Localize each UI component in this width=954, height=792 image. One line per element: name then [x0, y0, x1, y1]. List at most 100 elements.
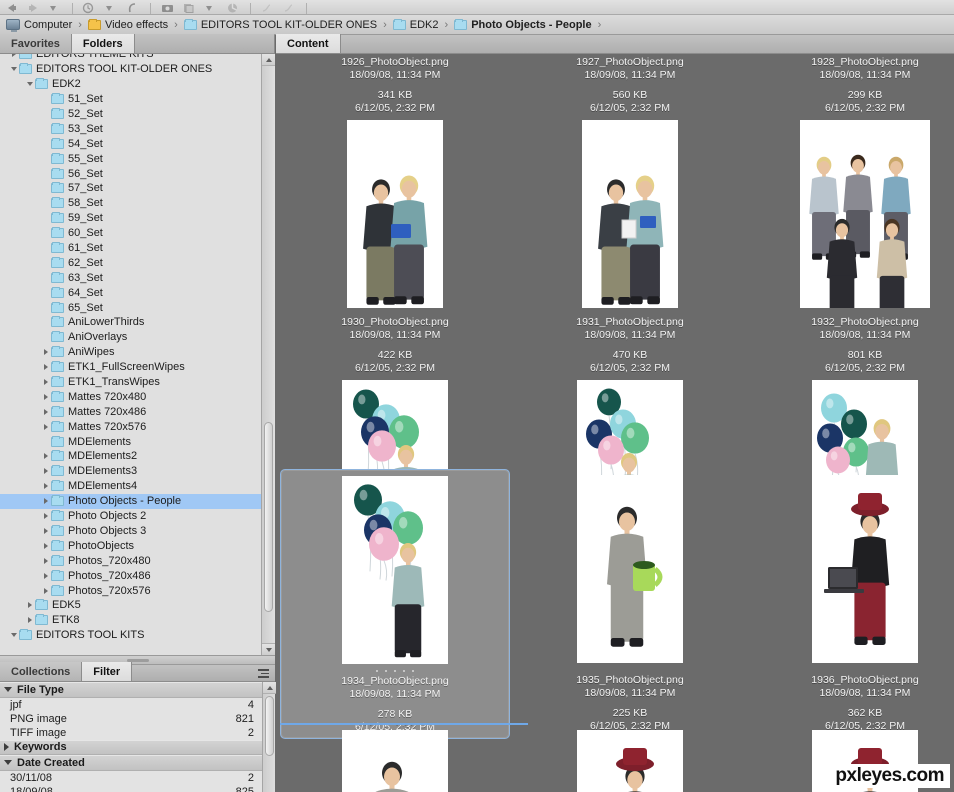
chevron-right-icon[interactable]: [40, 349, 51, 356]
tree-item-53-set[interactable]: 53_Set: [0, 121, 262, 136]
folder-tree[interactable]: EDITORS THEME KITS EDITORS TOOL KIT-OLDER…: [0, 54, 275, 655]
tree-item-mdelements2[interactable]: MDElements2: [0, 449, 262, 464]
thumbnail-image[interactable]: [577, 730, 683, 792]
tree-item-editors-tool-kits[interactable]: EDITORS TOOL KITS: [0, 628, 262, 643]
chevron-down-icon[interactable]: [8, 67, 19, 72]
tree-item-anilowerthirds[interactable]: AniLowerThirds: [0, 315, 262, 330]
chevron-right-icon[interactable]: [24, 617, 35, 624]
chevron-down-icon[interactable]: [24, 82, 35, 87]
sort-icon[interactable]: [282, 2, 297, 14]
tree-item-mdelements4[interactable]: MDElements4: [0, 479, 262, 494]
chevron-right-icon[interactable]: [40, 527, 51, 534]
tree-item-63-set[interactable]: 63_Set: [0, 270, 262, 285]
tree-item-mattes-720x486[interactable]: Mattes 720x486: [0, 404, 262, 419]
chevron-right-icon[interactable]: [40, 587, 51, 594]
tree-item-52-set[interactable]: 52_Set: [0, 107, 262, 122]
filter-row[interactable]: 30/11/08 2: [0, 770, 262, 785]
thumbnail-image[interactable]: [342, 730, 448, 792]
filter-icon[interactable]: [226, 2, 241, 14]
thumbnail-cell[interactable]: [515, 726, 745, 792]
tree-item-editors-theme-kits[interactable]: EDITORS THEME KITS: [0, 54, 262, 62]
dropdown-caret-icon[interactable]: [48, 2, 63, 14]
filter-row[interactable]: jpf 4: [0, 697, 262, 712]
scroll-down-arrow-icon[interactable]: [262, 643, 275, 655]
tree-item-editors-tool-kit-older-ones[interactable]: EDITORS TOOL KIT-OLDER ONES: [0, 62, 262, 77]
tree-item-photo-objects-2[interactable]: Photo Objects 2: [0, 509, 262, 524]
tree-item-edk5[interactable]: EDK5: [0, 598, 262, 613]
thumbnail-image[interactable]: [582, 120, 678, 308]
tree-item-mattes-720x576[interactable]: Mattes 720x576: [0, 419, 262, 434]
scroll-up-arrow-icon[interactable]: [263, 682, 276, 694]
tree-item-anioverlays[interactable]: AniOverlays: [0, 330, 262, 345]
chevron-right-icon[interactable]: [40, 408, 51, 415]
chevron-right-icon[interactable]: [8, 54, 19, 58]
chevron-right-icon[interactable]: [40, 364, 51, 371]
thumbnail-cell[interactable]: 1927_PhotoObject.png 18/09/08, 11:34 PM 56…: [515, 56, 745, 310]
thumbnail-cell[interactable]: 1935_PhotoObject.png 18/09/08, 11:34 PM 22…: [515, 469, 745, 739]
filter-group-file-type[interactable]: File Type: [0, 682, 262, 698]
thumbnail-cell[interactable]: [280, 726, 510, 792]
chevron-right-icon[interactable]: [40, 483, 51, 490]
chevron-right-icon[interactable]: [40, 572, 51, 579]
thumbnail-image[interactable]: [800, 120, 930, 308]
tree-item-51-set[interactable]: 51_Set: [0, 92, 262, 107]
breadcrumb-item-1[interactable]: Video effects: [87, 18, 168, 31]
chevron-right-icon[interactable]: [40, 423, 51, 430]
tree-item-etk8[interactable]: ETK8: [0, 613, 262, 628]
chevron-right-icon[interactable]: [40, 468, 51, 475]
chevron-down-icon[interactable]: [4, 687, 12, 693]
thumbnail-image[interactable]: [812, 475, 918, 663]
chevron-right-icon[interactable]: [40, 513, 51, 520]
breadcrumb-item-4[interactable]: Photo Objects - People: [454, 18, 592, 31]
tree-item-etk1-fullscreenwipes[interactable]: ETK1_FullScreenWipes: [0, 360, 262, 375]
filter-row[interactable]: TIFF image 2: [0, 725, 262, 740]
tree-item-55-set[interactable]: 55_Set: [0, 151, 262, 166]
chevron-right-icon[interactable]: [4, 743, 9, 752]
filter-row[interactable]: 18/09/08 825: [0, 784, 262, 792]
chevron-right-icon[interactable]: [40, 557, 51, 564]
chevron-right-icon[interactable]: [40, 379, 51, 386]
scroll-up-arrow-icon[interactable]: [262, 54, 275, 66]
new-folder-icon[interactable]: [182, 2, 197, 14]
tree-item-edk2[interactable]: EDK2: [0, 77, 262, 92]
tree-item-56-set[interactable]: 56_Set: [0, 166, 262, 181]
tree-item-etk1-transwipes[interactable]: ETK1_TransWipes: [0, 375, 262, 390]
tree-item-photo-objects-3[interactable]: Photo Objects 3: [0, 524, 262, 539]
chevron-right-icon[interactable]: [40, 542, 51, 549]
tree-item-59-set[interactable]: 59_Set: [0, 211, 262, 226]
tree-item-photo-objects-people[interactable]: Photo Objects - People: [0, 493, 262, 509]
tree-item-photos-720x480[interactable]: Photos_720x480: [0, 553, 262, 568]
thumbnail-cell[interactable]: 1936_PhotoObject.png 18/09/08, 11:34 PM 36…: [750, 469, 954, 739]
tree-item-54-set[interactable]: 54_Set: [0, 136, 262, 151]
filter-group-keywords[interactable]: Keywords: [0, 739, 262, 756]
tree-item-aniwipes[interactable]: AniWipes: [0, 345, 262, 360]
tab-filter[interactable]: Filter: [82, 662, 133, 681]
tree-item-60-set[interactable]: 60_Set: [0, 226, 262, 241]
thumbnail-cell[interactable]: 1934_PhotoObject.png 18/09/08, 11:34 PM 27…: [280, 469, 510, 739]
thumbnail-cell[interactable]: 1928_PhotoObject.png 18/09/08, 11:34 PM 29…: [750, 56, 954, 310]
chevron-down-icon[interactable]: [4, 760, 12, 766]
chevron-right-icon[interactable]: [40, 453, 51, 460]
filter-group-date-created[interactable]: Date Created: [0, 755, 262, 771]
tree-item-photos-720x486[interactable]: Photos_720x486: [0, 568, 262, 583]
recent-folders-icon[interactable]: [82, 2, 97, 14]
chevron-down-icon[interactable]: [8, 633, 19, 638]
forward-arrow-icon[interactable]: [26, 2, 41, 14]
tree-item-mattes-720x480[interactable]: Mattes 720x480: [0, 389, 262, 404]
tab-collections[interactable]: Collections: [0, 662, 83, 681]
chevron-right-icon[interactable]: [40, 498, 51, 505]
tree-item-57-set[interactable]: 57_Set: [0, 181, 262, 196]
tree-item-61-set[interactable]: 61_Set: [0, 241, 262, 256]
tree-item-62-set[interactable]: 62_Set: [0, 255, 262, 270]
chevron-right-icon[interactable]: [40, 393, 51, 400]
tab-folders[interactable]: Folders: [71, 34, 135, 53]
tab-content[interactable]: Content: [276, 34, 341, 53]
thumbnail-image[interactable]: [577, 475, 683, 663]
breadcrumb-item-2[interactable]: EDITORS TOOL KIT-OLDER ONES: [183, 18, 377, 31]
tree-scrollbar-thumb[interactable]: [264, 422, 273, 612]
camera-raw-icon[interactable]: [160, 2, 175, 14]
back-arrow-icon[interactable]: [4, 2, 19, 14]
dropdown-caret-icon[interactable]: [104, 2, 119, 14]
tree-item-58-set[interactable]: 58_Set: [0, 196, 262, 211]
tree-item-65-set[interactable]: 65_Set: [0, 300, 262, 315]
